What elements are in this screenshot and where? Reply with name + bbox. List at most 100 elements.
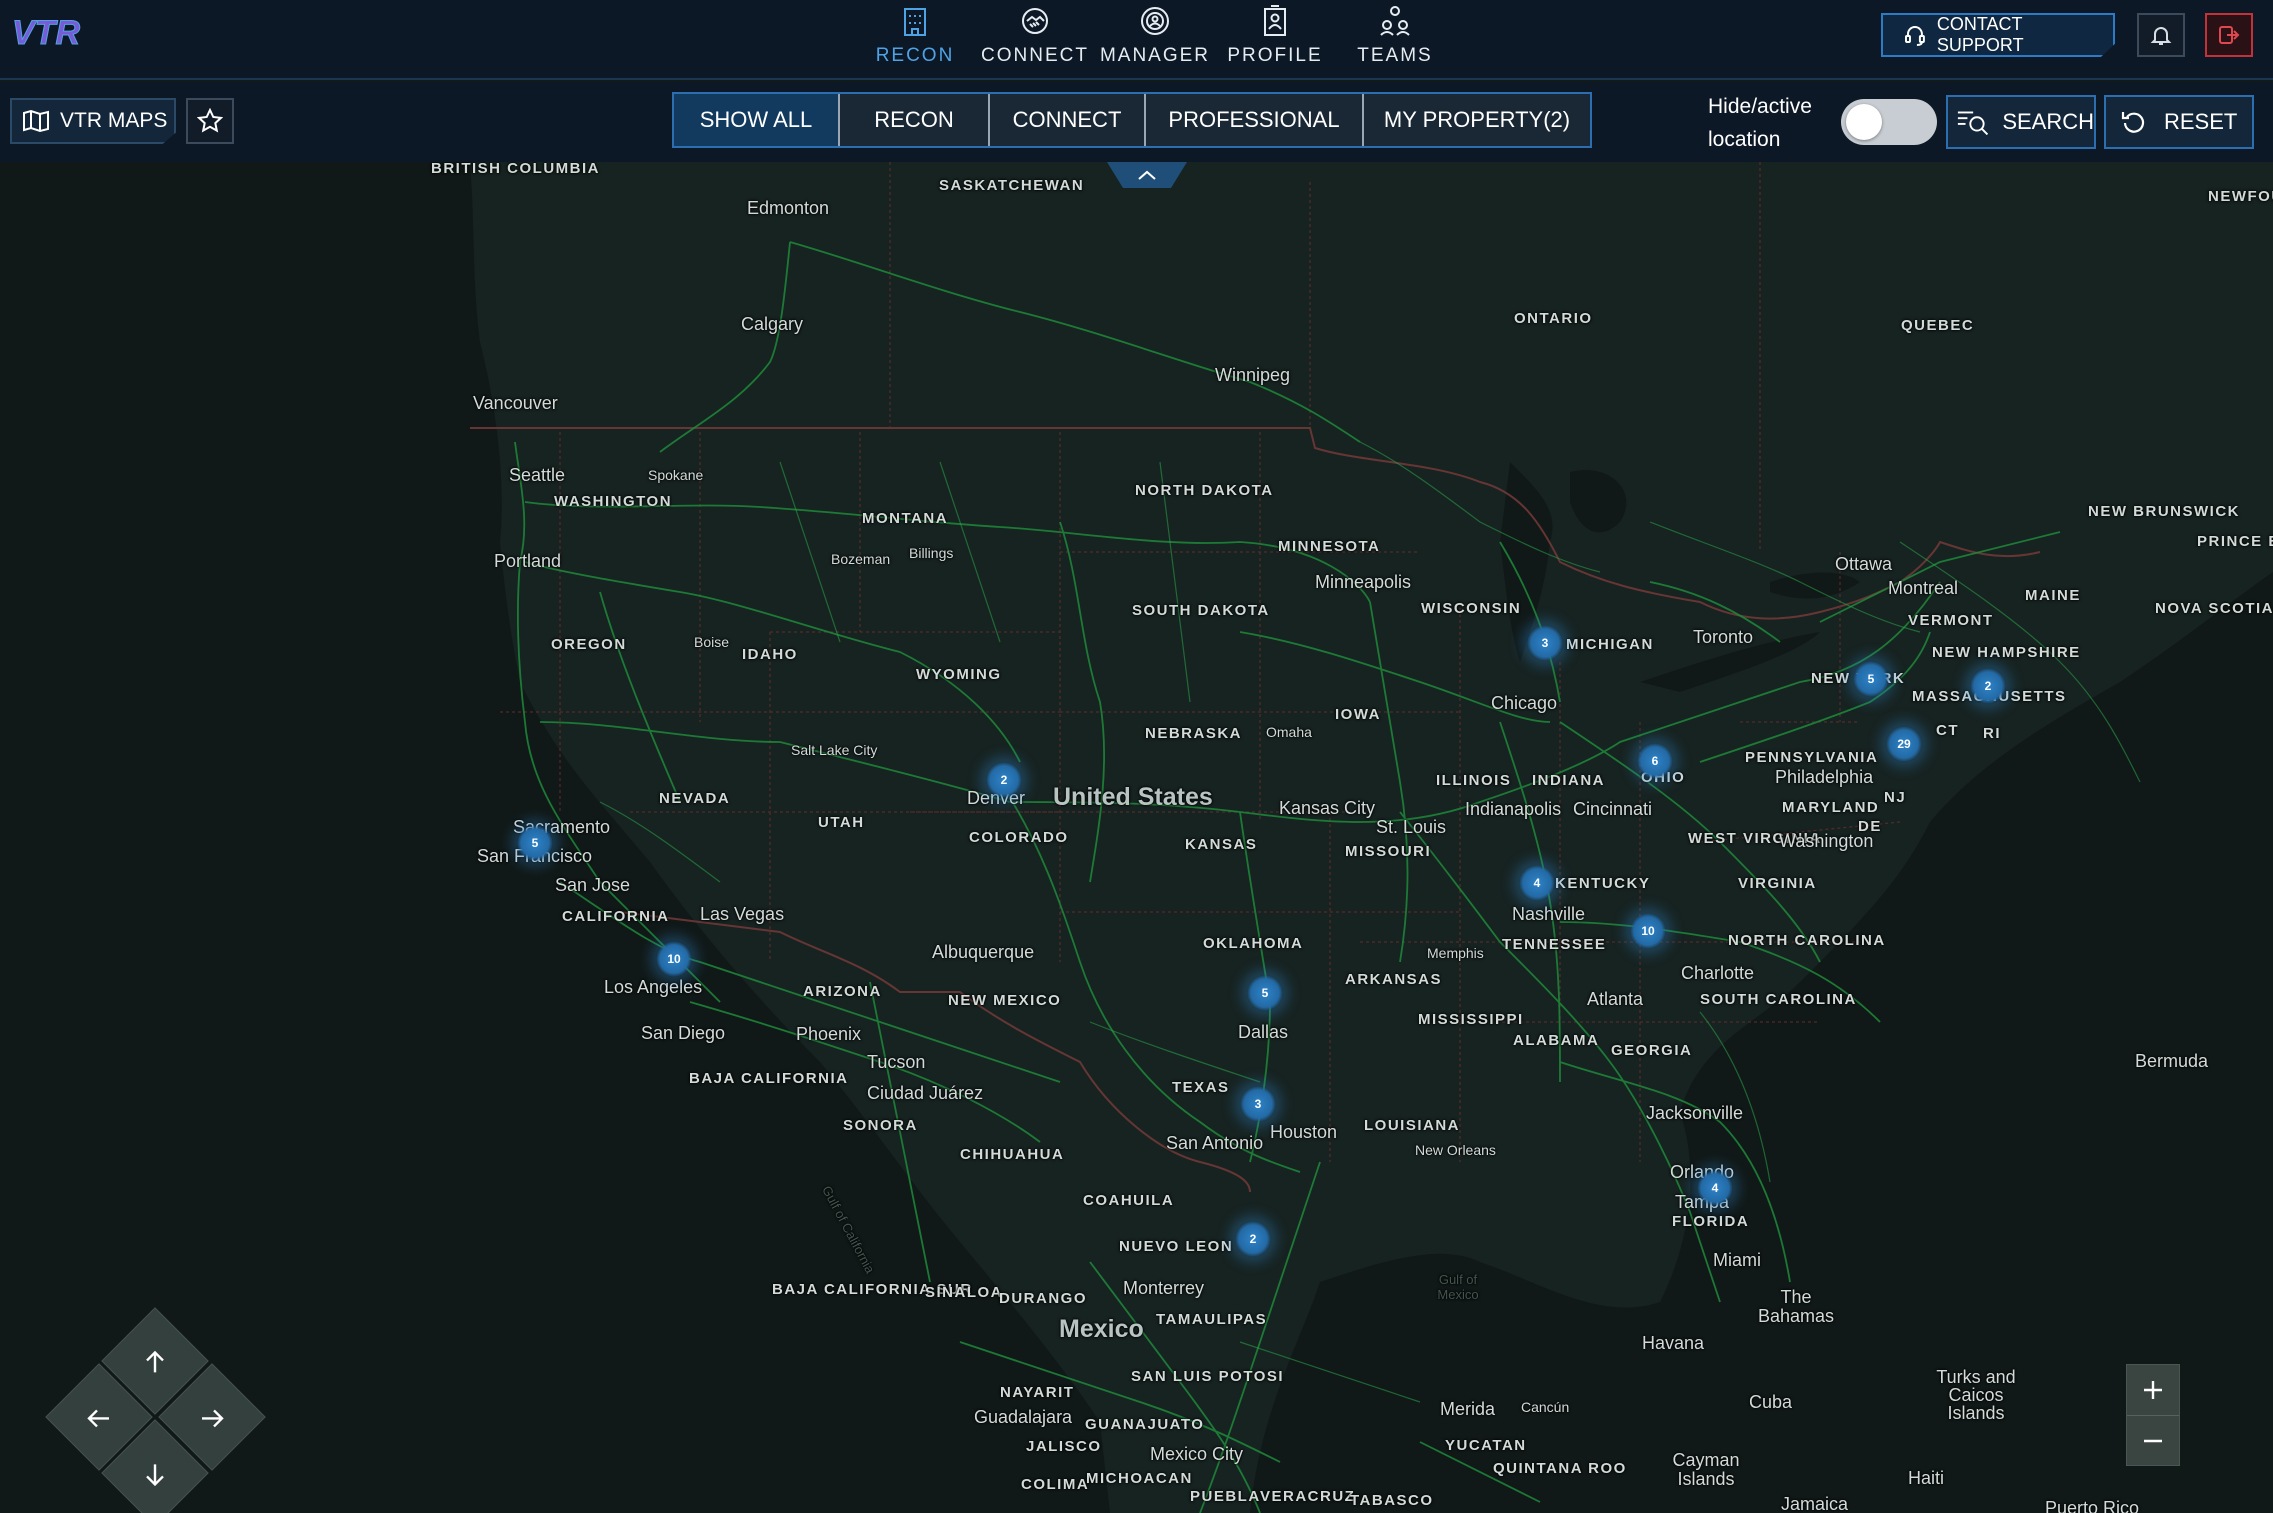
zoom-controls [2126,1364,2180,1466]
reset-button[interactable]: RESET [2104,95,2254,149]
nav-recon-label: RECON [875,45,955,66]
nav-connect-label: CONNECT [981,45,1089,66]
building-icon [904,8,926,36]
city-label: Bozeman [831,551,891,567]
map-canvas[interactable]: United States Mexico BRITISH COLUMBIA SA… [0,162,2273,1513]
city-label: Phoenix [796,1024,862,1044]
search-list-icon [1957,111,1989,136]
city-label: Los Angeles [604,977,703,997]
nav-profile-label: PROFILE [1227,45,1323,66]
city-label: Boise [694,634,730,650]
region-label: NUEVO LEON [1119,1238,1234,1255]
region-label: KENTUCKY [1555,875,1651,892]
country-label: United States [1053,783,1213,811]
city-label: Cancún [1521,1399,1570,1415]
map-basemap[interactable] [0,162,2273,1513]
region-label: ILLINOIS [1436,772,1512,789]
filter-connect[interactable]: CONNECT [988,94,1144,146]
city-label: Houston [1270,1122,1338,1142]
nav-connect[interactable]: CONNECT [975,0,1095,80]
city-label: Dallas [1238,1022,1289,1042]
toggle-knob [1846,104,1882,140]
city-label: Omaha [1266,724,1312,740]
property-cluster[interactable]: 2 [986,762,1022,798]
filter-show-all[interactable]: SHOW ALL [674,94,838,146]
property-cluster[interactable]: 6 [1637,743,1673,779]
region-label: ALABAMA [1513,1032,1600,1049]
property-cluster[interactable]: 3 [1240,1086,1276,1122]
property-cluster[interactable]: 3 [1527,625,1563,661]
handshake-icon [1022,8,1048,34]
logout-button[interactable] [2205,13,2253,57]
region-label: WISCONSIN [1421,600,1522,617]
vtr-maps-button[interactable]: VTR MAPS [10,98,176,144]
hide-location-toggle[interactable] [1841,99,1937,145]
vtr-logo[interactable]: VTR [10,12,130,53]
arrow-left-icon [87,1409,109,1428]
arrow-up-icon [146,1350,164,1373]
region-label: NEW MEXICO [948,992,1062,1009]
property-cluster[interactable]: 4 [1519,865,1555,901]
collapse-panel-button[interactable] [1107,162,1187,188]
city-label: Puerto Rico [2045,1498,2140,1513]
zoom-in-button[interactable] [2127,1365,2179,1415]
city-label: Seattle [509,465,566,485]
region-label: MARYLAND [1782,799,1880,816]
region-label: NJ [1884,789,1907,806]
region-label: OREGON [551,636,627,653]
region-label: INDIANA [1532,772,1605,789]
contact-support-button[interactable]: CONTACT SUPPORT [1881,13,2115,57]
city-label: Cincinnati [1573,799,1653,819]
property-cluster[interactable]: 2 [1235,1221,1271,1257]
city-label: Memphis [1427,945,1484,961]
region-label: IOWA [1335,706,1381,723]
zoom-out-button[interactable] [2127,1415,2179,1465]
region-label: SAN LUIS POTOSI [1131,1368,1285,1385]
region-label: WASHINGTON [554,493,673,510]
property-cluster[interactable]: 29 [1886,726,1922,762]
nav-teams-label: TEAMS [1357,45,1433,66]
city-label: Miami [1713,1250,1761,1270]
filter-bar: VTR MAPS SHOW ALL RECON CONNECT PROFESSI… [0,82,2273,162]
property-cluster[interactable]: 2 [1970,668,2006,704]
nav-teams[interactable]: TEAMS [1335,0,1455,80]
city-label: Ottawa [1835,554,1893,574]
top-bar: VTR RECON CONNECT MANAGER PROFILE TEAMS … [0,0,2273,80]
region-label: RI [1983,725,2001,742]
nav-profile[interactable]: PROFILE [1215,0,1335,80]
notifications-button[interactable] [2137,13,2185,57]
city-label: Haiti [1908,1468,1945,1488]
star-icon [197,108,223,133]
property-cluster[interactable]: 10 [656,941,692,977]
contact-support-label: CONTACT SUPPORT [1936,14,2024,55]
property-cluster[interactable]: 5 [1853,661,1889,697]
region-label: BAJA CALIFORNIA [689,1070,849,1087]
hide-location-label: Hide/active location [1708,95,1812,151]
city-label: Billings [909,545,954,561]
city-label: Montreal [1888,578,1959,598]
nav-recon[interactable]: RECON [855,0,975,80]
property-cluster[interactable]: 10 [1630,913,1666,949]
nav-manager-label: MANAGER [1099,45,1211,66]
region-label: SOUTH CAROLINA [1700,991,1857,1008]
property-cluster[interactable]: 4 [1697,1170,1733,1206]
city-label: San Antonio [1166,1133,1264,1153]
map-icon [23,109,49,133]
search-button[interactable]: SEARCH [1946,95,2096,149]
property-cluster[interactable]: 5 [1247,975,1283,1011]
region-label: NAYARIT [1000,1384,1075,1401]
filter-professional[interactable]: PROFESSIONAL [1144,94,1362,146]
favorites-button[interactable] [186,98,234,144]
filter-recon[interactable]: RECON [838,94,988,146]
city-label: Cayman Islands [1672,1450,1740,1489]
region-label: CHIHUAHUA [960,1146,1065,1163]
property-cluster[interactable]: 5 [517,825,553,861]
region-label: VIRGINIA [1738,875,1817,892]
nav-manager[interactable]: MANAGER [1095,0,1215,80]
filter-my-property[interactable]: MY PROPERTY(2) [1362,94,1590,146]
country-label: Mexico [1059,1315,1144,1343]
region-label: QUEBEC [1901,317,1975,334]
city-label: Turks and Caicos Islands [1936,1367,2016,1423]
vtr-maps-label: VTR MAPS [60,109,168,132]
region-label: SASKATCHEWAN [939,177,1085,194]
